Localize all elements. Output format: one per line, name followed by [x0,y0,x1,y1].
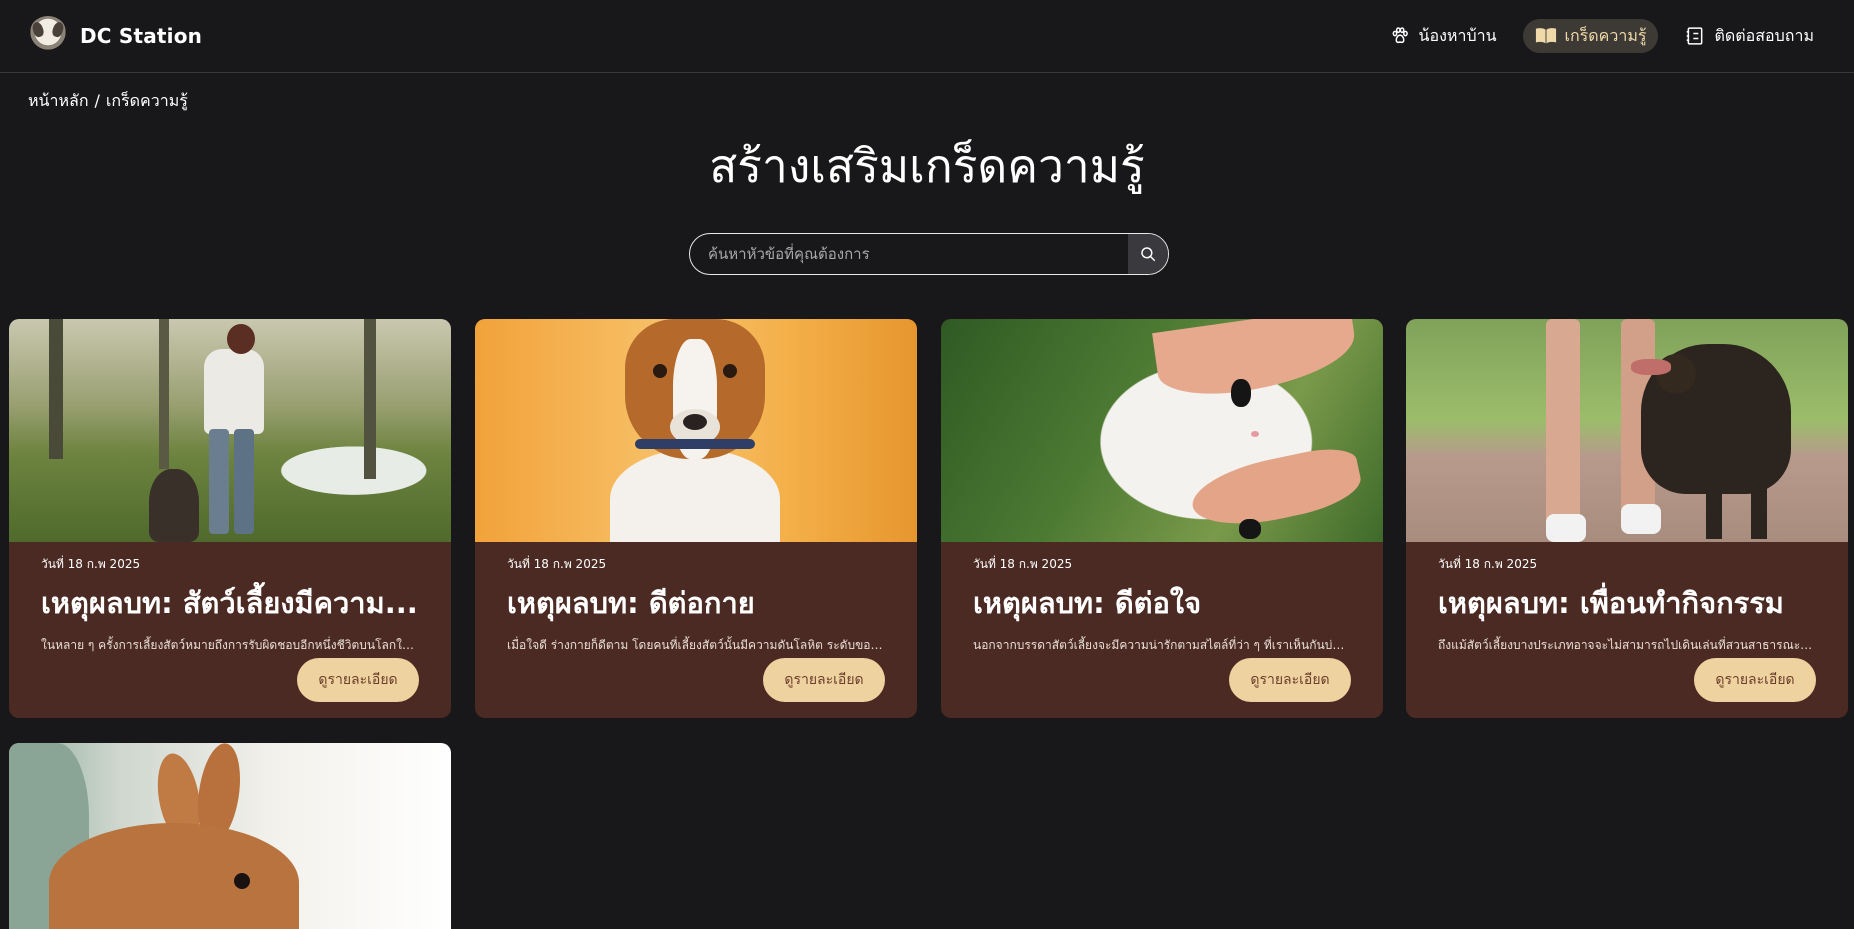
nav-item-label: ติดต่อสอบถาม [1714,25,1814,45]
nav-item-contact[interactable]: ติดต่อสอบถาม [1672,19,1826,53]
card-image-white-cat [941,319,1383,542]
page-title: สร้างเสริมเกร็ดความรู้ [709,139,1145,193]
dog-logo-icon [28,16,68,56]
card-description: ถึงแม้สัตว์เลี้ยงบางประเภทอาจจะไม่สามารถ… [1438,638,1816,652]
card-date: วันที่ 18 ก.พ 2025 [507,557,607,571]
view-details-button[interactable]: ดูรายละเอียด [763,658,885,702]
article-card: วันที่ 18 ก.พ 2025 เหตุผลบท: ดีต่อกาย เม… [475,319,917,718]
card-image-jack-russell [475,319,917,542]
main-nav: น้องหาบ้าน เกร็ดความรู้ ติดต่อสอบถาม [1377,19,1826,53]
card-image-girl-with-dog [9,319,451,542]
view-details-button[interactable]: ดูรายละเอียด [1694,658,1816,702]
nav-item-knowledge[interactable]: เกร็ดความรู้ [1522,19,1659,53]
card-date: วันที่ 18 ก.พ 2025 [973,557,1073,571]
nav-item-label: เกร็ดความรู้ [1564,25,1647,45]
card-title[interactable]: เหตุผลบท: สัตว์เลี้ยงมีความ... [41,580,419,626]
card-body: วันที่ 18 ก.พ 2025 เหตุผลบท: ดีต่อกาย เม… [475,542,917,718]
search-bar [689,233,1169,275]
card-date: วันที่ 18 ก.พ 2025 [1438,557,1538,571]
card-body: วันที่ 18 ก.พ 2025 เหตุผลบท: สัตว์เลี้ยง… [9,542,451,718]
brand[interactable]: DC Station [28,16,202,56]
search-button[interactable] [1128,234,1168,274]
nav-item-label: น้องหาบ้าน [1418,25,1497,45]
article-card: วันที่ 18 ก.พ 2025 เหตุผลบท: สัตว์เลี้ยง… [9,319,451,718]
top-header: DC Station น้องหาบ้าน เกร็ดความรู้ ติดต่… [0,0,1854,73]
breadcrumb-home[interactable]: หน้าหลัก [28,91,89,110]
book-icon [1535,25,1557,47]
card-body: วันที่ 18 ก.พ 2025 เหตุผลบท: เพื่อนทำกิจ… [1406,542,1848,718]
card-title[interactable]: เหตุผลบท: ดีต่อกาย [507,580,885,626]
card-date: วันที่ 18 ก.พ 2025 [41,557,141,571]
card-title[interactable]: เหตุผลบท: เพื่อนทำกิจกรรม [1438,580,1816,626]
view-details-button[interactable]: ดูรายละเอียด [297,658,419,702]
card-description: ในหลาย ๆ ครั้งการเลี้ยงสัตว์หมายถึงการรั… [41,638,419,652]
article-card: วันที่ 18 ก.พ 2025 เหตุผลบท: ดีต่อใจ นอก… [941,319,1383,718]
nav-item-adopt[interactable]: น้องหาบ้าน [1377,19,1509,53]
card-image-dog-walking [1406,319,1848,542]
article-card [9,743,451,929]
article-card: วันที่ 18 ก.พ 2025 เหตุผลบท: เพื่อนทำกิจ… [1406,319,1848,718]
card-image-rabbit [9,743,451,929]
card-description: เมื่อใจดี ร่างกายก็ดีตาม โดยคนที่เลี้ยงส… [507,638,885,652]
card-title[interactable]: เหตุผลบท: ดีต่อใจ [973,580,1351,626]
card-body: วันที่ 18 ก.พ 2025 เหตุผลบท: ดีต่อใจ นอก… [941,542,1383,718]
search-icon [1141,247,1156,262]
breadcrumb: หน้าหลัก / เกร็ดความรู้ [28,89,188,114]
card-description: นอกจากบรรดาสัตว์เลี้ยงจะมีความน่ารักตามส… [973,638,1351,652]
breadcrumb-separator: / [94,91,100,110]
brand-name: DC Station [80,24,203,48]
search-input[interactable] [690,234,1128,274]
paw-icon [1389,25,1411,47]
contact-icon [1684,25,1706,47]
view-details-button[interactable]: ดูรายละเอียด [1229,658,1351,702]
breadcrumb-current: เกร็ดความรู้ [105,91,188,110]
